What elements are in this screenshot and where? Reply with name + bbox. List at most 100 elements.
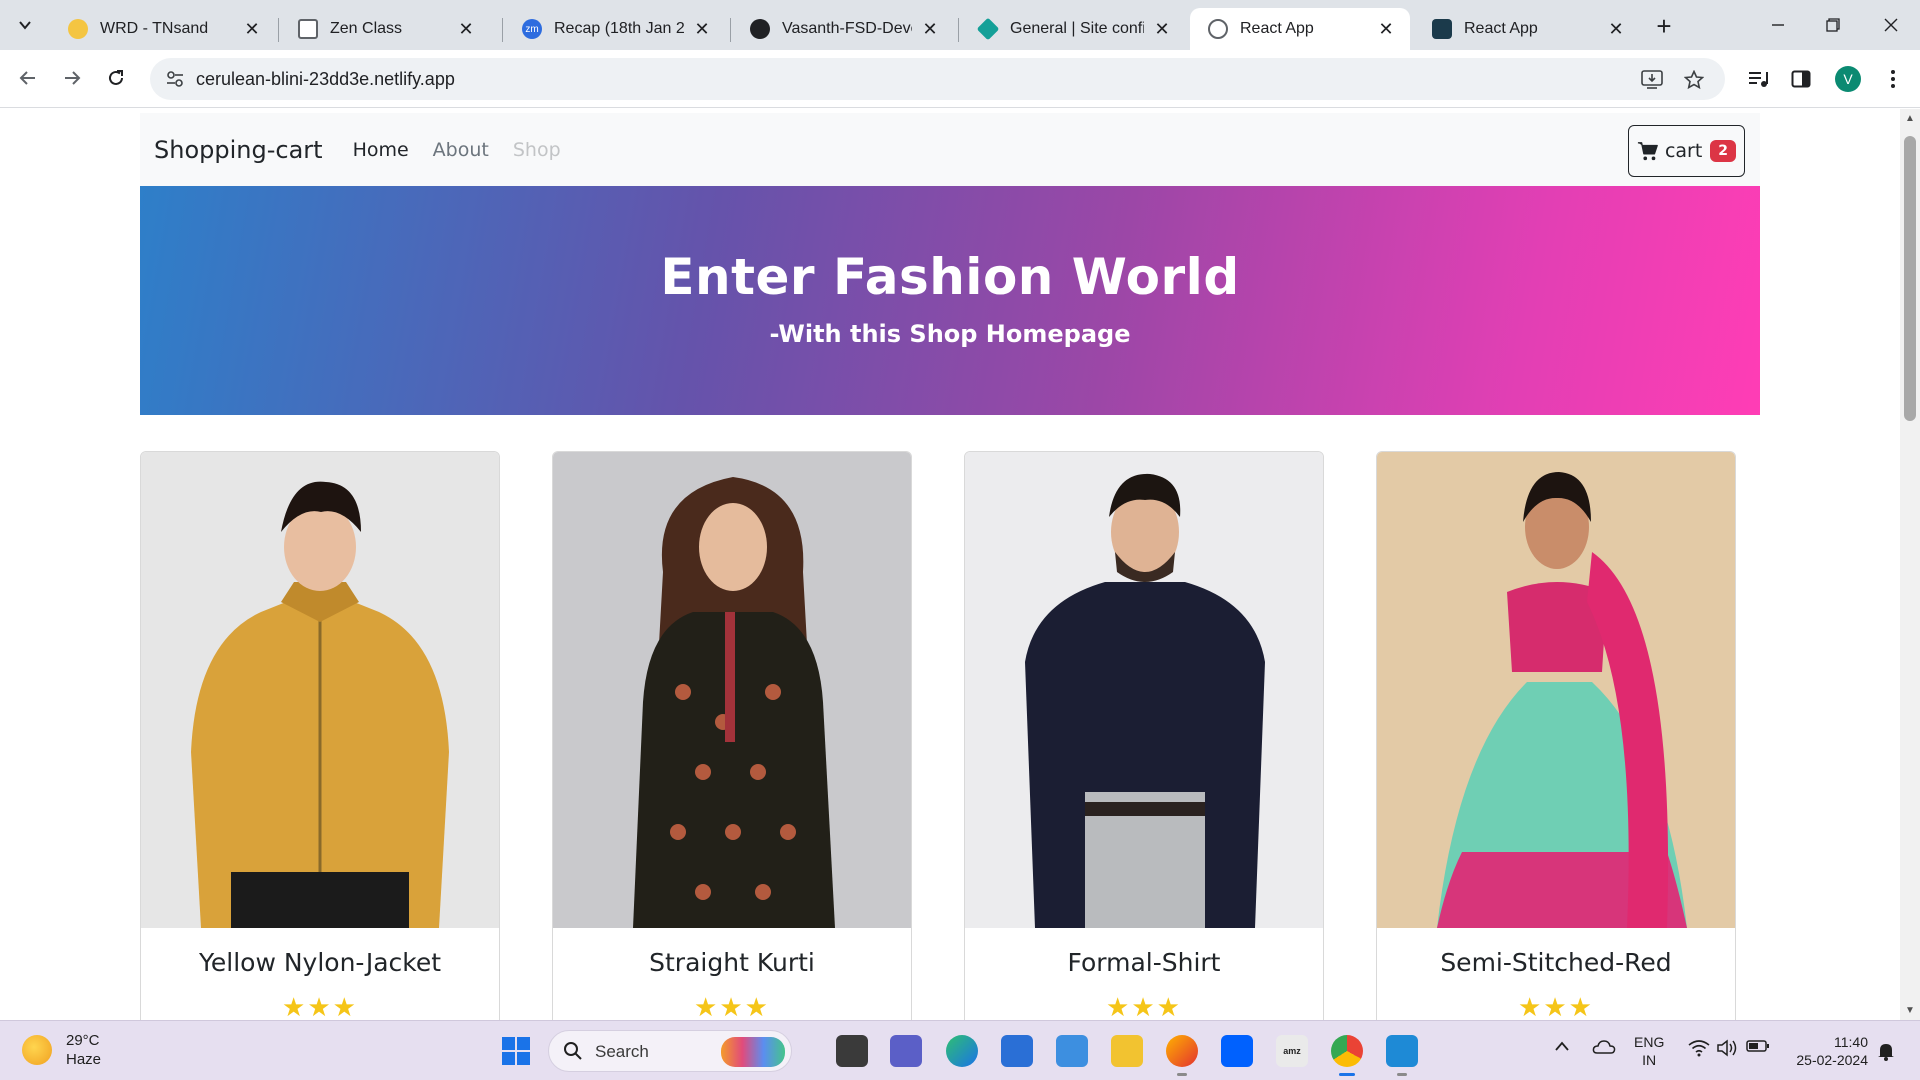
dropbox-icon[interactable] [1221,1035,1253,1067]
address-bar[interactable]: cerulean-blini-23dd3e.netlify.app [150,58,1725,100]
scrollbar-thumb[interactable] [1904,136,1916,421]
browser-tab-5[interactable]: General | Site configu ✕ [960,8,1186,50]
minimize-icon [1772,24,1784,26]
product-card[interactable]: Semi-Stitched-Red ★★★ [1376,451,1736,1020]
browser-toolbar: cerulean-blini-23dd3e.netlify.app V [0,50,1920,108]
edge-browser-icon[interactable] [946,1035,978,1067]
tab-search-button[interactable] [10,11,40,39]
product-title: Semi-Stitched-Red [1440,948,1672,977]
browser-tab-6-active[interactable]: React App ✕ [1190,8,1410,50]
minimize-button[interactable] [1755,8,1801,42]
hero-title: Enter Fashion World [660,248,1240,306]
volume-icon[interactable] [1716,1039,1738,1062]
close-icon[interactable]: ✕ [1152,19,1172,39]
restore-icon [1826,18,1840,32]
close-icon[interactable]: ✕ [456,19,476,39]
url-text[interactable]: cerulean-blini-23dd3e.netlify.app [196,69,455,90]
tab-divider [278,18,279,42]
globe-favicon-icon [1208,19,1228,39]
arrow-left-icon [19,71,35,85]
product-title: Formal-Shirt [1067,948,1221,977]
tab-title: Vasanth-FSD-Develop [782,20,912,37]
close-icon[interactable]: ✕ [242,19,262,39]
browser-tab-3[interactable]: zm Recap (18th Jan 2024 ✕ [504,8,726,50]
weather-widget[interactable]: 29°C Haze [22,1031,101,1069]
haze-weather-icon [22,1035,52,1065]
chevron-up-icon[interactable] [1554,1039,1570,1057]
weather-temperature: 29°C [66,1032,100,1049]
battery-icon[interactable] [1746,1039,1770,1058]
forward-button[interactable] [54,60,90,96]
browser-tab-2[interactable]: Zen Class ✕ [280,8,490,50]
search-label: Search [595,1042,649,1061]
amazon-icon[interactable]: amz [1276,1035,1308,1067]
nav-link-home[interactable]: Home [353,139,409,161]
search-icon [564,1042,582,1060]
clock-date: 25-02-2024 [1796,1052,1868,1068]
back-button[interactable] [10,60,46,96]
start-button[interactable] [502,1037,530,1065]
notification-bell-icon[interactable] [1876,1041,1896,1061]
site-info-icon[interactable] [164,68,186,90]
close-icon[interactable]: ✕ [1376,19,1396,39]
hero-subtitle: -With this Shop Homepage [769,320,1131,348]
browser-tab-4[interactable]: Vasanth-FSD-Develop ✕ [732,8,954,50]
new-tab-button[interactable]: + [1650,11,1678,41]
onedrive-cloud-icon[interactable] [1592,1039,1616,1060]
tab-title: General | Site configu [1010,20,1144,37]
microsoft-store-icon[interactable] [1001,1035,1033,1067]
hero-banner: Enter Fashion World -With this Shop Home… [140,186,1760,415]
product-image-yellow-jacket[interactable] [141,452,499,928]
file-explorer-icon[interactable] [1111,1035,1143,1067]
nav-link-shop[interactable]: Shop [513,139,561,161]
product-image-semi-stitched-lehenga[interactable] [1377,452,1735,928]
shopping-cart-icon [1637,142,1658,161]
chevron-down-icon [19,21,31,30]
nav-link-about[interactable]: About [433,139,489,161]
wifi-icon[interactable] [1688,1039,1710,1062]
cart-button[interactable]: cart 2 [1628,125,1745,177]
scroll-down-arrow-icon[interactable]: ▼ [1905,1005,1915,1016]
taskbar-search-box[interactable]: Search [548,1030,792,1072]
browser-tab-7[interactable]: React App ✕ [1414,8,1640,50]
star-rating: ★★★ [1106,992,1182,1020]
close-icon[interactable]: ✕ [692,19,712,39]
firefox-icon[interactable] [1166,1035,1198,1076]
star-rating: ★★★ [1518,992,1594,1020]
tab-title: WRD - TNsand [100,20,209,37]
system-clock[interactable]: 11:40 25-02-2024 [1786,1033,1868,1069]
site-brand[interactable]: Shopping-cart [154,136,323,164]
window-close-button[interactable] [1868,8,1914,42]
product-image-formal-shirt[interactable] [965,452,1323,928]
vertical-scrollbar[interactable]: ▲ ▼ [1900,109,1920,1020]
task-view-icon[interactable] [836,1035,868,1067]
reload-button[interactable] [98,60,134,96]
github-favicon-icon [750,19,770,39]
product-card[interactable]: Yellow Nylon-Jacket ★★★ [140,451,500,1020]
vscode-icon[interactable] [1386,1035,1418,1076]
more-menu-icon[interactable] [1880,66,1906,92]
product-title: Straight Kurti [649,948,815,977]
scroll-up-arrow-icon[interactable]: ▲ [1905,113,1915,124]
profile-avatar[interactable]: V [1835,66,1861,92]
tab-divider [958,18,959,42]
chrome-icon[interactable] [1331,1035,1363,1076]
close-icon[interactable]: ✕ [1606,19,1626,39]
browser-tab-1[interactable]: WRD - TNsand ✕ [50,8,276,50]
restore-button[interactable] [1810,8,1856,42]
side-panel-icon[interactable] [1788,66,1814,92]
mail-icon[interactable] [1056,1035,1088,1067]
product-image-straight-kurti[interactable] [553,452,911,928]
product-card[interactable]: Straight Kurti ★★★ [552,451,912,1020]
close-icon[interactable]: ✕ [920,19,940,39]
teams-meet-icon[interactable] [890,1035,922,1067]
bookmark-star-icon[interactable] [1682,68,1706,92]
windows-taskbar: 29°C Haze Search amz ENG IN 11:40 25-02-… [0,1020,1920,1080]
cart-count-badge: 2 [1710,140,1737,162]
language-indicator[interactable]: ENG IN [1634,1033,1664,1069]
windows-logo-icon [502,1037,515,1050]
product-card[interactable]: Formal-Shirt ★★★ [964,451,1324,1020]
reload-icon [109,70,123,85]
install-app-icon[interactable] [1640,68,1664,92]
media-control-icon[interactable] [1746,66,1772,92]
